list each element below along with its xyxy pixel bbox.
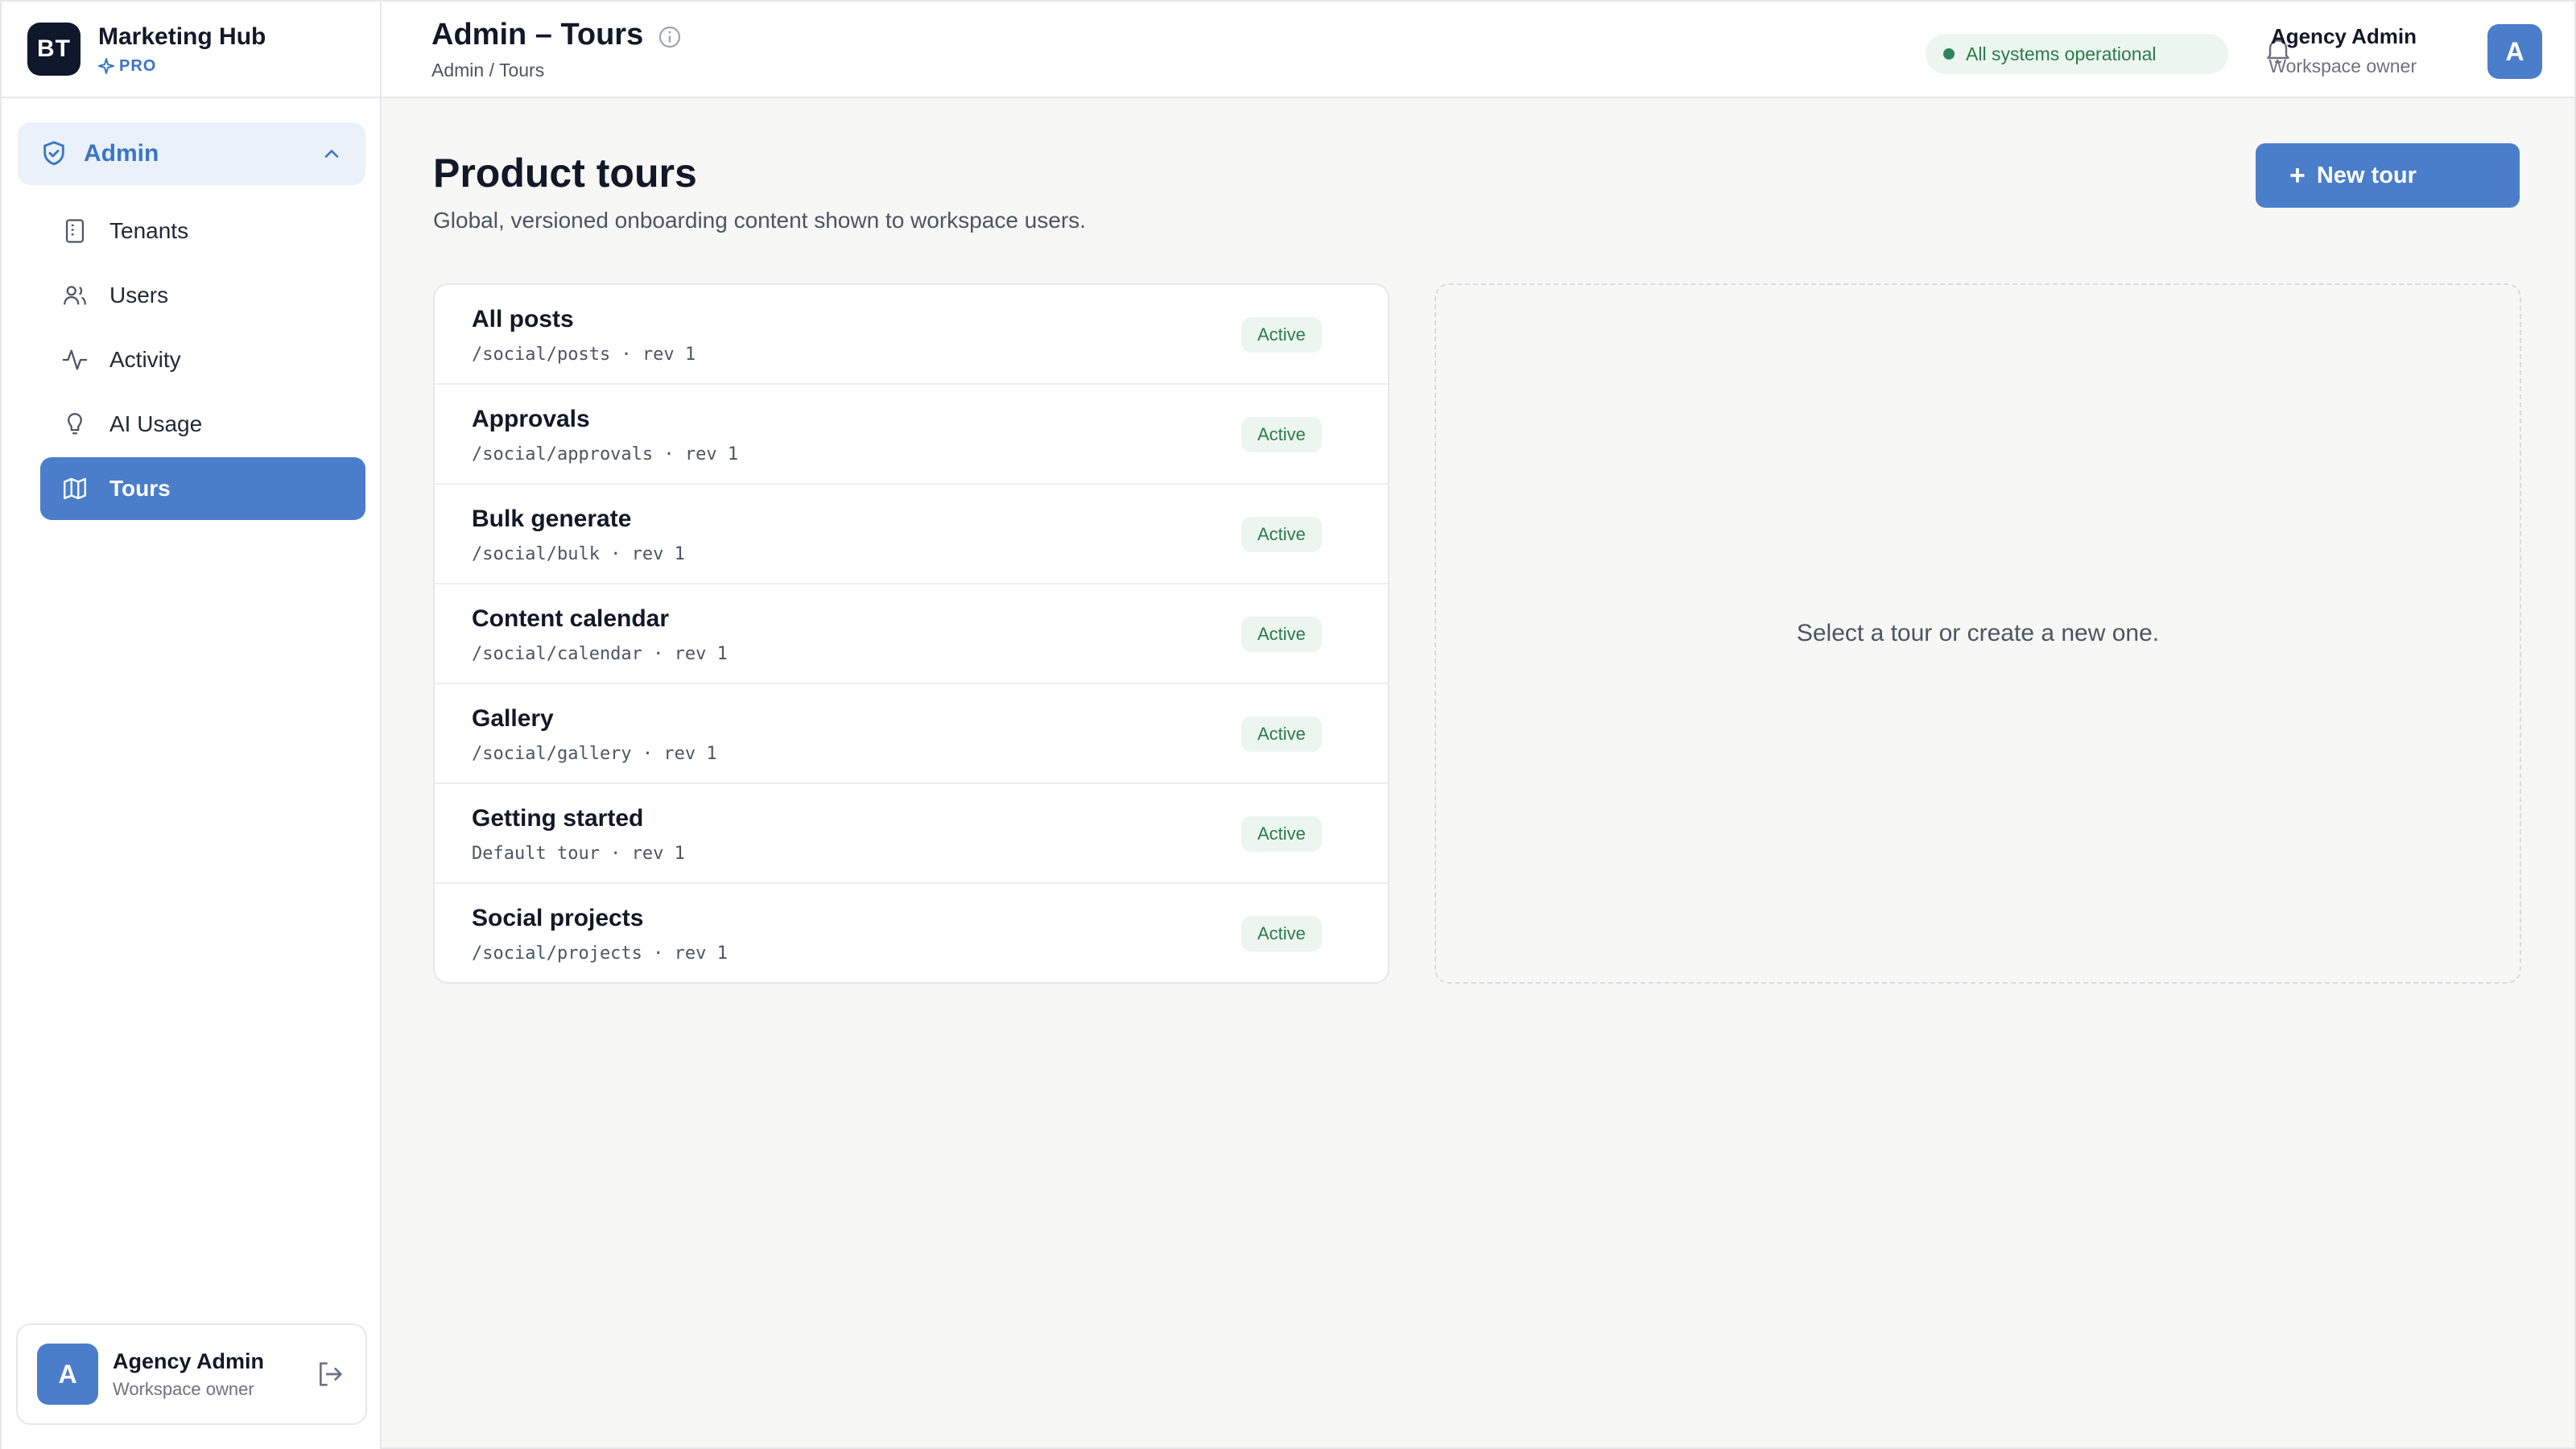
bulb-icon bbox=[68, 413, 82, 435]
sidebar-item-ai-usage[interactable]: AI Usage bbox=[40, 393, 365, 456]
sidebar-item-label: Activity bbox=[109, 347, 181, 372]
profile-info: Agency Admin Workspace owner bbox=[113, 1349, 314, 1400]
activity-icon bbox=[62, 349, 88, 370]
new-tour-button-label: New tour bbox=[2316, 162, 2417, 188]
header-user-role: Workspace owner bbox=[2268, 56, 2417, 76]
sidebar-item-label: AI Usage bbox=[109, 411, 203, 436]
tour-detail-empty-state: Select a tour or create a new one. bbox=[1435, 283, 2521, 984]
info-icon[interactable] bbox=[657, 24, 683, 50]
tour-meta: /social/projects · rev 1 bbox=[472, 943, 728, 964]
tour-name: Approvals bbox=[472, 406, 590, 432]
tour-meta: /social/gallery · rev 1 bbox=[472, 744, 717, 764]
tour-row-getting-started[interactable]: Getting started Default tour · rev 1 Act… bbox=[435, 784, 1388, 884]
status-dot-icon bbox=[1943, 48, 1955, 60]
status-badge: Active bbox=[1241, 417, 1322, 452]
pro-badge: PRO bbox=[98, 57, 266, 76]
tour-row-all-posts[interactable]: All posts /social/posts · rev 1 Active bbox=[435, 285, 1388, 385]
header-avatar[interactable]: A bbox=[2487, 24, 2542, 79]
sidebar-item-activity[interactable]: Activity bbox=[40, 328, 365, 391]
profile-name: Agency Admin bbox=[113, 1348, 265, 1373]
logout-icon[interactable] bbox=[314, 1358, 346, 1390]
shield-icon bbox=[43, 141, 64, 166]
avatar[interactable]: A bbox=[37, 1344, 98, 1405]
tour-name: All posts bbox=[472, 306, 574, 332]
pro-badge-label: PRO bbox=[119, 56, 157, 75]
top-bar: Admin – Tours Admin / Tours All systems … bbox=[382, 2, 2574, 98]
tour-meta: /social/approvals · rev 1 bbox=[472, 444, 739, 464]
new-tour-button[interactable]: + New tour bbox=[2256, 143, 2520, 208]
sidebar-item-users[interactable]: Users bbox=[40, 264, 365, 327]
tour-row-gallery[interactable]: Gallery /social/gallery · rev 1 Active bbox=[435, 684, 1388, 784]
status-badge: Active bbox=[1241, 716, 1322, 752]
header-user-info: Agency Admin Workspace owner bbox=[2268, 24, 2417, 77]
tour-meta: /social/posts · rev 1 bbox=[472, 345, 696, 365]
sidebar-item-tenants[interactable]: Tenants bbox=[40, 200, 365, 262]
breadcrumb: Admin / Tours bbox=[431, 60, 545, 80]
admin-section-label: Admin bbox=[84, 140, 159, 167]
empty-state-text: Select a tour or create a new one. bbox=[1796, 620, 2160, 646]
profile-role: Workspace owner bbox=[113, 1378, 254, 1399]
status-badge: Active bbox=[1241, 517, 1322, 552]
map-icon bbox=[64, 477, 86, 500]
tour-list: All posts /social/posts · rev 1 Active A… bbox=[433, 283, 1389, 984]
app-window: BT Marketing Hub PRO Admin Tenants Users bbox=[0, 0, 2576, 1449]
status-badge: Active bbox=[1241, 617, 1322, 652]
sidebar-item-label: Users bbox=[109, 283, 169, 308]
sidebar-item-tours[interactable]: Tours bbox=[40, 457, 365, 520]
header-user-name: Agency Admin bbox=[2270, 24, 2417, 48]
tour-meta: /social/calendar · rev 1 bbox=[472, 644, 728, 664]
main-content: Product tours Global, versioned onboardi… bbox=[383, 100, 2574, 1449]
tour-meta: Default tour · rev 1 bbox=[472, 844, 685, 864]
sidebar-item-label: Tenants bbox=[109, 218, 189, 243]
tour-row-content-calendar[interactable]: Content calendar /social/calendar · rev … bbox=[435, 584, 1388, 684]
brand-logo[interactable]: BT bbox=[27, 23, 80, 76]
plus-icon: + bbox=[2289, 159, 2306, 191]
status-badge: Active bbox=[1241, 317, 1322, 353]
tour-name: Content calendar bbox=[472, 605, 670, 632]
tour-row-bulk-generate[interactable]: Bulk generate /social/bulk · rev 1 Activ… bbox=[435, 485, 1388, 584]
tour-meta: /social/bulk · rev 1 bbox=[472, 544, 685, 564]
sidebar-profile-card: A Agency Admin Workspace owner bbox=[16, 1323, 367, 1425]
content-subtitle: Global, versioned onboarding content sho… bbox=[433, 208, 1086, 233]
users-icon bbox=[64, 286, 86, 305]
brand-header: BT Marketing Hub PRO bbox=[2, 2, 380, 98]
status-badge: Active bbox=[1241, 816, 1322, 852]
tour-name: Bulk generate bbox=[472, 506, 632, 532]
brand-text: Marketing Hub PRO bbox=[98, 23, 266, 76]
sparkle-icon bbox=[98, 58, 114, 74]
admin-section-toggle[interactable]: Admin bbox=[18, 122, 365, 185]
tour-row-approvals[interactable]: Approvals /social/approvals · rev 1 Acti… bbox=[435, 385, 1388, 485]
status-badge: Active bbox=[1241, 916, 1322, 952]
brand-name: Marketing Hub bbox=[98, 23, 266, 50]
status-text: All systems operational bbox=[1966, 43, 2157, 64]
status-badge: All systems operational bbox=[1926, 34, 2228, 74]
document-icon bbox=[65, 219, 85, 243]
sidebar-item-label: Tours bbox=[109, 476, 171, 501]
admin-nav: Tenants Users Activity AI Usage Tours bbox=[40, 200, 365, 522]
page-title: Admin – Tours bbox=[431, 18, 644, 52]
tour-name: Getting started bbox=[472, 805, 644, 832]
chevron-up-icon bbox=[324, 150, 339, 158]
sidebar: BT Marketing Hub PRO Admin Tenants Users bbox=[2, 2, 382, 1449]
tour-row-social-projects[interactable]: Social projects /social/projects · rev 1… bbox=[435, 884, 1388, 982]
tour-name: Social projects bbox=[472, 905, 644, 931]
tour-name: Gallery bbox=[472, 705, 554, 732]
content-title: Product tours bbox=[433, 151, 697, 196]
